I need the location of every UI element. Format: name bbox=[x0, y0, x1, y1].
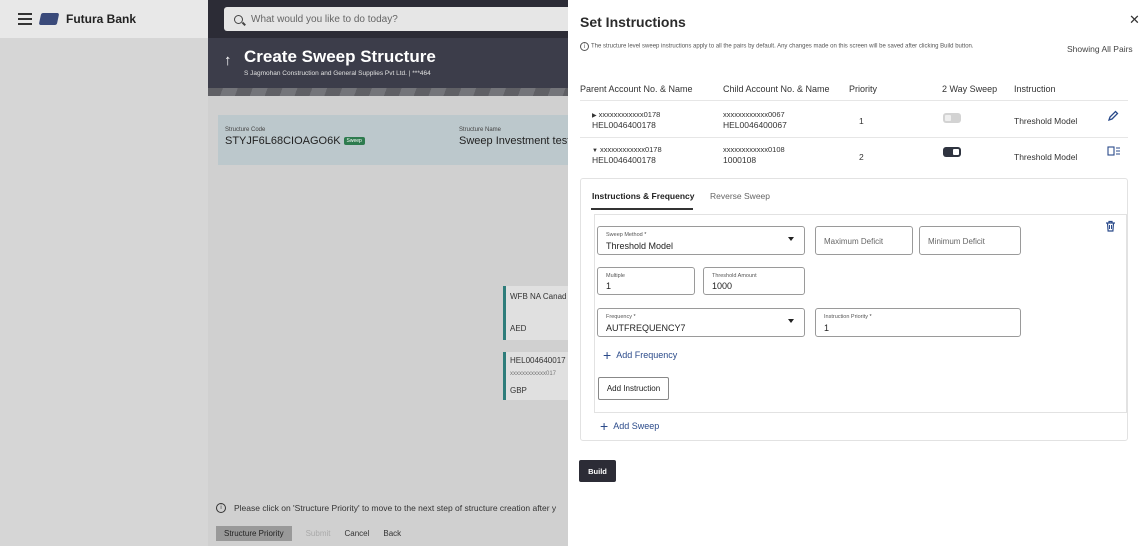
plus-icon: + bbox=[603, 347, 612, 363]
add-sweep-link[interactable]: + Add Sweep bbox=[600, 418, 659, 434]
instruction-value: Threshold Model bbox=[1014, 152, 1078, 162]
two-way-sweep-toggle[interactable] bbox=[943, 113, 961, 123]
bank-logo bbox=[38, 13, 60, 25]
structure-node[interactable]: HEL004640017 xxxxxxxxxxxx017 GBP bbox=[503, 352, 568, 400]
drawer-title: Set Instructions bbox=[580, 14, 686, 30]
page-subtitle: S Jagmohan Construction and General Supp… bbox=[244, 70, 431, 77]
two-way-sweep-toggle[interactable] bbox=[943, 147, 961, 157]
build-button[interactable]: Build bbox=[579, 460, 616, 482]
structure-priority-note: i Please click on 'Structure Priority' t… bbox=[216, 503, 556, 513]
drawer-info: i The structure level sweep instructions … bbox=[580, 42, 1000, 51]
col-child-account: Child Account No. & Name bbox=[723, 84, 830, 94]
submit-button[interactable]: Submit bbox=[306, 529, 331, 541]
col-instruction: Instruction bbox=[1014, 84, 1056, 94]
expand-icon: ▶ bbox=[592, 113, 597, 119]
back-arrow-icon[interactable]: ↑ bbox=[224, 52, 232, 69]
col-parent-account: Parent Account No. & Name bbox=[580, 84, 693, 94]
priority-value: 1 bbox=[859, 116, 864, 126]
parent-name: HEL0046400178 bbox=[592, 155, 656, 165]
sweep-badge: Sweep bbox=[343, 137, 365, 146]
brand-area: Futura Bank bbox=[0, 0, 208, 38]
banner-decoration bbox=[208, 88, 568, 96]
threshold-amount-input[interactable]: Threshold Amount 1000 bbox=[703, 267, 805, 295]
brand-name: Futura Bank bbox=[66, 12, 137, 26]
cancel-button[interactable]: Cancel bbox=[344, 529, 369, 541]
sidebar bbox=[0, 0, 208, 546]
search-placeholder: What would you like to do today? bbox=[251, 13, 398, 25]
search-bar[interactable]: What would you like to do today? bbox=[224, 7, 574, 31]
child-name: 1000108 bbox=[723, 155, 757, 165]
add-frequency-link[interactable]: + Add Frequency bbox=[603, 347, 677, 363]
structure-name: Sweep Investment test bbox=[459, 135, 568, 147]
divider bbox=[580, 137, 1128, 138]
multiple-input[interactable]: Multiple 1 bbox=[597, 267, 695, 295]
structure-code-label: Structure Code bbox=[225, 127, 266, 133]
col-two-way-sweep: 2 Way Sweep bbox=[942, 84, 998, 94]
structure-code: STYJF6L68CIOAGO6K Sweep bbox=[225, 135, 365, 147]
close-icon[interactable]: ✕ bbox=[1129, 12, 1139, 28]
maximum-deficit-input[interactable]: Maximum Deficit bbox=[815, 226, 913, 255]
structure-node[interactable]: WFB NA Canad AED bbox=[503, 286, 568, 340]
priority-value: 2 bbox=[859, 152, 864, 162]
col-priority: Priority bbox=[849, 84, 878, 94]
chevron-down-icon bbox=[788, 237, 794, 241]
frequency-select[interactable]: Frequency * AUTFREQUENCY7 bbox=[597, 308, 805, 337]
showing-all-pairs[interactable]: Showing All Pairs bbox=[1067, 44, 1133, 54]
edit-pencil-icon[interactable] bbox=[1107, 110, 1119, 122]
delete-trash-icon[interactable] bbox=[1105, 220, 1116, 232]
divider bbox=[580, 100, 1128, 101]
minimum-deficit-input[interactable]: Minimum Deficit bbox=[919, 226, 1021, 255]
structure-info-card: Structure Code STYJF6L68CIOAGO6K Sweep St… bbox=[218, 115, 568, 165]
child-account: xxxxxxxxxxxx0108 bbox=[723, 145, 785, 154]
page-actions: Structure Priority Submit Cancel Back bbox=[216, 526, 401, 541]
page-title: Create Sweep Structure bbox=[244, 47, 436, 66]
parent-name: HEL0046400178 bbox=[592, 120, 656, 130]
search-icon bbox=[234, 14, 243, 24]
tab-reverse-sweep[interactable]: Reverse Sweep bbox=[710, 191, 770, 201]
child-name: HEL0046400067 bbox=[723, 120, 787, 130]
info-icon: i bbox=[216, 503, 226, 513]
chevron-down-icon bbox=[788, 319, 794, 323]
sweep-method-select[interactable]: Sweep Method * Threshold Model bbox=[597, 226, 805, 255]
structure-priority-button[interactable]: Structure Priority bbox=[216, 526, 292, 541]
add-instruction-button[interactable]: Add Instruction bbox=[598, 377, 669, 400]
collapse-icon: ▼ bbox=[592, 148, 598, 154]
hamburger-menu-icon[interactable] bbox=[18, 13, 32, 25]
info-icon: i bbox=[580, 42, 589, 51]
structure-name-label: Structure Name bbox=[459, 127, 502, 133]
child-account: xxxxxxxxxxxx0067 bbox=[723, 110, 785, 119]
back-button[interactable]: Back bbox=[383, 529, 401, 541]
tab-instructions-frequency[interactable]: Instructions & Frequency bbox=[592, 191, 695, 201]
instruction-priority-input[interactable]: Instruction Priority * 1 bbox=[815, 308, 1021, 337]
active-tab-indicator bbox=[591, 208, 693, 210]
instruction-value: Threshold Model bbox=[1014, 116, 1078, 126]
view-details-icon[interactable] bbox=[1107, 146, 1121, 157]
plus-icon: + bbox=[600, 418, 609, 434]
